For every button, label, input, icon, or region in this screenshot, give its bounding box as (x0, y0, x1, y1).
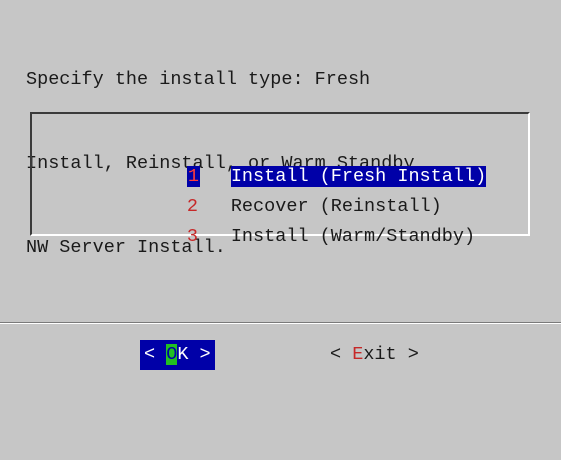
button-bar: < OK > < Exit > (0, 340, 561, 370)
menu-item-label: Install (Warm/Standby) (230, 226, 476, 247)
prompt-line: Specify the install type: Fresh (26, 69, 371, 90)
ok-button[interactable]: < OK > (140, 340, 215, 370)
menu-list: 1 Install (Fresh Install) 2 Recover (Reins… (98, 132, 487, 247)
ok-button-hotkey: O (166, 344, 178, 365)
button-bar-separator (0, 322, 561, 324)
menu-item-install-fresh[interactable]: 1 Install (Fresh Install) (98, 132, 487, 187)
menu-item-key: 3 (186, 226, 198, 247)
menu-item-install-warm-standby[interactable]: 3 Install (Warm/Standby) (98, 192, 486, 247)
ok-button-rest: K > (177, 344, 211, 365)
exit-button[interactable]: < Exit > (330, 340, 419, 370)
menu-box: 1 Install (Fresh Install) 2 Recover (Reins… (30, 112, 530, 247)
install-type-dialog: Specify the install type: Fresh Install,… (0, 0, 561, 381)
menu-item-recover[interactable]: 2 Recover (Reinstall) (98, 162, 486, 217)
ok-button-open: < (144, 344, 167, 365)
exit-button-rest: xit > (363, 344, 419, 365)
exit-button-open: < (330, 344, 353, 365)
exit-button-hotkey: E (352, 344, 364, 365)
